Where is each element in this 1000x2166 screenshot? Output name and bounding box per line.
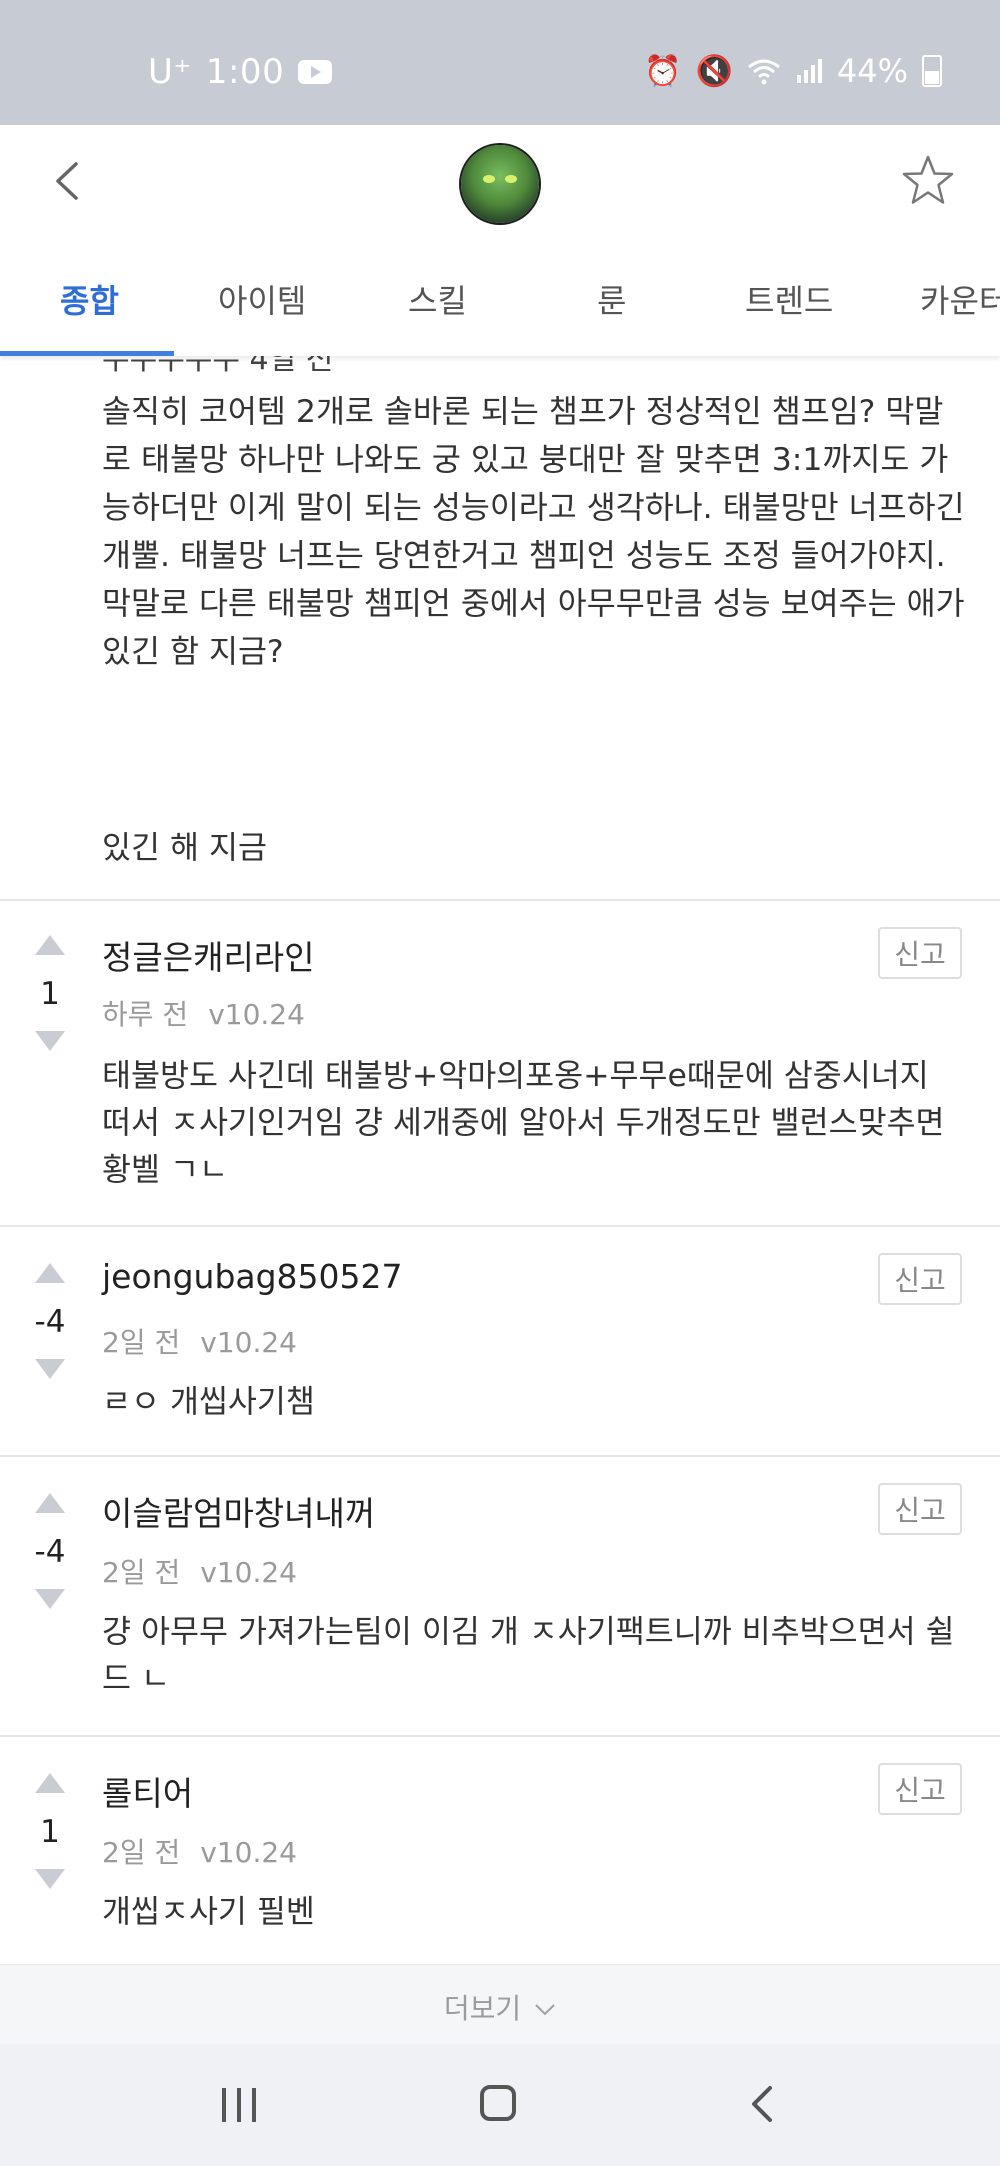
comment-text: ㄹㅇ 개씹사기챔 <box>102 1384 315 1420</box>
comment-version: v10.24 <box>200 1556 297 1589</box>
tab-trends[interactable]: 트렌드 <box>745 276 833 322</box>
upvote-icon[interactable] <box>35 1493 65 1513</box>
youtube-icon <box>298 60 333 84</box>
comment-meta: 2일 전 v10.24 <box>102 1321 297 1361</box>
comment-version: v10.24 <box>200 1326 297 1359</box>
load-more-label: 더보기 <box>443 1992 522 2025</box>
comment-author[interactable]: 이슬람엄마창녀내꺼 <box>102 1487 375 1535</box>
tab-overview[interactable]: 종합 <box>60 276 119 322</box>
tab-runes[interactable]: 룬 <box>597 276 626 322</box>
comment-text: 개씹ㅈ사기 필벤 <box>102 1894 315 1930</box>
load-more-row: 더보기 <box>0 1987 1000 2027</box>
comment-text: 걍 아무무 가져가는팀이 이김 개 ㅈ사기팩트니까 비추박으면서 쉴드 ㄴ <box>102 1614 955 1697</box>
tab-skills[interactable]: 스킬 <box>408 276 467 322</box>
vote-count: -4 <box>34 1534 66 1570</box>
alarm-icon: ⏰ <box>644 53 682 89</box>
comment-author[interactable]: jeongubag850527 <box>102 1257 403 1296</box>
upvote-icon[interactable] <box>35 1773 65 1793</box>
status-left: U⁺ 1:00 <box>148 52 333 92</box>
post-body: 솔직히 코어템 2개로 솔바론 되는 챔프가 정상적인 챔프임? 막말로 태불망… <box>102 394 965 670</box>
comment-item: -4 이슬람엄마창녀내꺼 2일 전 v10.24 걍 아무무 가져가는팀이 이김 … <box>0 1457 1000 1735</box>
mute-icon: 🔇 <box>695 53 733 89</box>
champion-avatar <box>461 145 539 223</box>
vote-count: -4 <box>34 1304 66 1340</box>
comment-time: 하루 전 <box>102 998 189 1031</box>
vote-control: -4 <box>28 1263 72 1379</box>
status-right: ⏰ 🔇 44% <box>644 52 942 90</box>
comment-meta: 하루 전 v10.24 <box>102 993 305 1033</box>
battery-icon <box>922 55 942 87</box>
tab-items[interactable]: 아이템 <box>218 276 306 322</box>
comment-text: 태불방도 사긴데 태불방+악마의포옹+무무e때문에 삼중시너지 떠서 ㅈ사기인거… <box>102 1058 945 1188</box>
comment-item: -4 jeongubag850527 2일 전 v10.24 ㄹㅇ 개씹사기챔 신… <box>0 1227 1000 1455</box>
clock: 1:00 <box>205 52 285 92</box>
vote-count: 1 <box>40 1814 60 1850</box>
star-outline-icon[interactable] <box>900 153 956 209</box>
upvote-icon[interactable] <box>35 935 65 955</box>
carrier-label: U⁺ <box>148 52 192 92</box>
battery-percent: 44% <box>836 52 908 90</box>
comment-meta: 2일 전 v10.24 <box>102 1551 297 1591</box>
downvote-icon[interactable] <box>35 1031 65 1051</box>
comment-author[interactable]: 정글은캐리라인 <box>102 931 315 979</box>
chevron-left-icon[interactable] <box>48 161 88 201</box>
vote-control: 1 <box>28 935 72 1051</box>
downvote-icon[interactable] <box>35 1869 65 1889</box>
vote-count: 1 <box>40 976 60 1012</box>
downvote-icon[interactable] <box>35 1359 65 1379</box>
comment-time: 2일 전 <box>102 1836 181 1869</box>
comment-item: 1 롤티어 2일 전 v10.24 개씹ㅈ사기 필벤 신고 <box>0 1737 1000 1963</box>
downvote-icon[interactable] <box>35 1589 65 1609</box>
post-tail-text: 있긴 해 지금 <box>102 830 267 866</box>
report-button[interactable]: 신고 <box>878 1253 962 1305</box>
signal-icon <box>796 59 822 83</box>
comment-item: 1 정글은캐리라인 하루 전 v10.24 태불방도 사긴데 태불방+악마의포옹+… <box>0 901 1000 1225</box>
comment-version: v10.24 <box>208 998 305 1031</box>
load-more-button[interactable]: 더보기 <box>0 1964 1000 2045</box>
vote-control: 1 <box>28 1773 72 1889</box>
app-header <box>0 125 1000 240</box>
avatar-eye <box>483 175 495 183</box>
status-bar: U⁺ 1:00 ⏰ 🔇 44% <box>0 0 1000 125</box>
tab-active-indicator <box>0 351 174 356</box>
recent-apps-icon[interactable] <box>222 2088 256 2122</box>
tab-counters[interactable]: 카운터 <box>920 276 1000 322</box>
comment-time: 2일 전 <box>102 1326 181 1359</box>
vote-control: -4 <box>28 1493 72 1609</box>
home-icon[interactable] <box>480 2085 516 2121</box>
upvote-icon[interactable] <box>35 1263 65 1283</box>
report-button[interactable]: 신고 <box>878 1483 962 1535</box>
comment-time: 2일 전 <box>102 1556 181 1589</box>
system-nav-bar <box>0 2044 1000 2166</box>
chevron-down-icon <box>535 2004 555 2016</box>
avatar-eye <box>505 175 517 183</box>
report-button[interactable]: 신고 <box>878 927 962 979</box>
tab-bar: 종합 아이템 스킬 룬 트렌드 카운터 <box>0 240 1000 356</box>
report-button[interactable]: 신고 <box>878 1763 962 1815</box>
comment-meta: 2일 전 v10.24 <box>102 1831 297 1871</box>
wifi-icon <box>747 59 780 85</box>
comment-author[interactable]: 롤티어 <box>102 1767 193 1815</box>
back-icon[interactable] <box>744 2084 784 2124</box>
comment-version: v10.24 <box>200 1836 297 1869</box>
